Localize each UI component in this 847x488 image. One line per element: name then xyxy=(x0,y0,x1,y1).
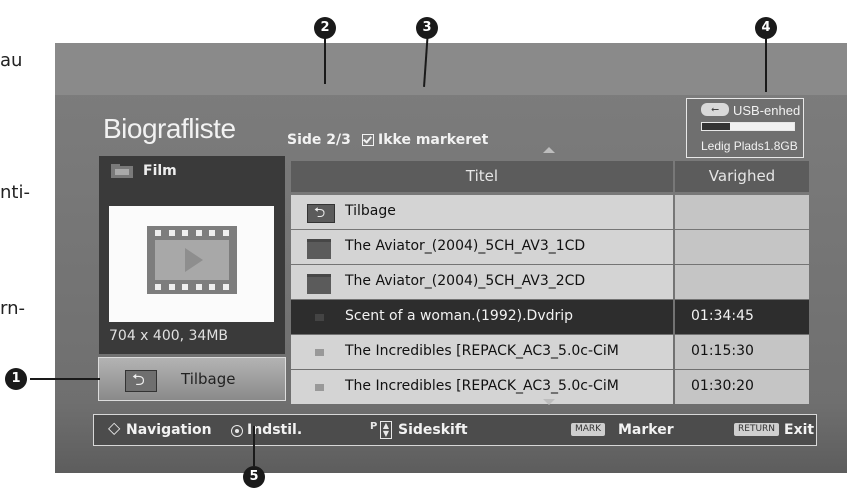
ok-button-icon xyxy=(231,425,243,437)
checkbox-icon xyxy=(362,134,374,146)
usb-capacity-fill xyxy=(702,123,730,130)
callout-badge-5: 5 xyxy=(243,466,265,488)
callout-badge-1: 1 xyxy=(5,368,27,390)
back-arrow-icon xyxy=(125,369,157,396)
film-panel-label: Film xyxy=(143,163,177,179)
top-band xyxy=(55,43,847,95)
list-item-selected[interactable]: Scent of a woman.(1992).Dvdrip 01:34:45 xyxy=(291,300,809,335)
film-thumbnail xyxy=(109,206,274,322)
list-item[interactable]: The Aviator_(2004)_5CH_AV3_1CD xyxy=(291,230,809,265)
help-navigation: Navigation xyxy=(126,422,212,438)
list-item[interactable]: The Aviator_(2004)_5CH_AV3_2CD xyxy=(291,265,809,300)
file-list: Titel Varighed Tilbage The Aviator_(2004… xyxy=(291,161,809,404)
item-name: Tilbage xyxy=(345,203,396,219)
p-key-label: P xyxy=(370,421,378,432)
folder-icon xyxy=(307,274,331,294)
help-page-change: Sideskift xyxy=(398,422,468,438)
page-indicator: Side 2/3 xyxy=(287,132,351,148)
usb-capacity-bar xyxy=(701,122,795,131)
tv-screen: Biografliste Side 2/3 Ikke markeret ⭠ US… xyxy=(55,43,847,473)
mark-key-icon: MARK xyxy=(571,423,606,436)
side-text-2: nti- xyxy=(0,182,30,203)
bottom-help-bar: Navigation Indstil. P ▲▼ Sideskift MARK … xyxy=(93,414,817,446)
callout-line-4 xyxy=(765,30,767,92)
file-icon xyxy=(315,384,324,391)
side-text-3: rn- xyxy=(0,298,25,319)
film-strip-icon xyxy=(147,226,237,294)
scroll-up-icon[interactable] xyxy=(543,147,555,153)
item-duration: 01:15:30 xyxy=(691,343,754,359)
back-button[interactable]: Tilbage xyxy=(98,357,286,401)
help-exit: Exit xyxy=(784,422,815,438)
back-button-label: Tilbage xyxy=(181,370,236,388)
help-select: Indstil. xyxy=(247,422,303,438)
help-mark: Marker xyxy=(618,422,674,438)
film-folder-icon xyxy=(111,164,133,178)
list-item[interactable]: The Incredibles [REPACK_AC3_5.0c-CiM 01:… xyxy=(291,335,809,370)
callout-badge-4: 4 xyxy=(755,17,777,39)
side-text-1: au xyxy=(0,50,23,71)
page-updown-icon: ▲ ▼ xyxy=(380,421,392,439)
item-name: Scent of a woman.(1992).Dvdrip xyxy=(345,308,574,324)
column-header-title: Titel xyxy=(291,161,673,192)
file-icon xyxy=(315,349,324,356)
item-name: The Incredibles [REPACK_AC3_5.0c-CiM xyxy=(345,343,619,359)
item-duration: 01:30:20 xyxy=(691,378,754,394)
play-icon xyxy=(185,248,203,272)
film-info: 704 x 400, 34MB xyxy=(109,328,229,344)
list-item[interactable]: Tilbage xyxy=(291,195,809,230)
usb-label: USB-enhed xyxy=(733,103,801,118)
navigation-icon xyxy=(108,418,122,437)
file-icon xyxy=(315,314,324,321)
scroll-down-icon[interactable] xyxy=(543,399,555,405)
item-name: The Aviator_(2004)_5CH_AV3_2CD xyxy=(345,273,586,289)
item-name: The Incredibles [REPACK_AC3_5.0c-CiM xyxy=(345,378,619,394)
mark-status-label: Ikke markeret xyxy=(378,132,489,148)
callout-line-1 xyxy=(30,378,100,380)
mark-status: Ikke markeret xyxy=(362,132,488,148)
callout-line-5 xyxy=(253,426,255,466)
usb-icon: ⭠ xyxy=(701,103,729,116)
back-folder-icon xyxy=(307,202,335,226)
film-preview-panel: Film 704 x 400, 34MB xyxy=(99,156,285,354)
usb-free-space: Ledig Plads1.8GB xyxy=(701,139,798,153)
column-header-duration: Varighed xyxy=(675,161,809,192)
item-duration: 01:34:45 xyxy=(691,308,754,324)
page-title: Biografliste xyxy=(103,113,236,144)
return-key-icon: RETURN xyxy=(734,423,780,436)
callout-badge-3: 3 xyxy=(416,17,438,39)
callout-badge-2: 2 xyxy=(314,17,336,39)
usb-status: ⭠ USB-enhed Ledig Plads1.8GB xyxy=(686,98,804,158)
folder-icon xyxy=(307,239,331,259)
item-name: The Aviator_(2004)_5CH_AV3_1CD xyxy=(345,238,586,254)
film-panel-header: Film xyxy=(99,156,285,186)
